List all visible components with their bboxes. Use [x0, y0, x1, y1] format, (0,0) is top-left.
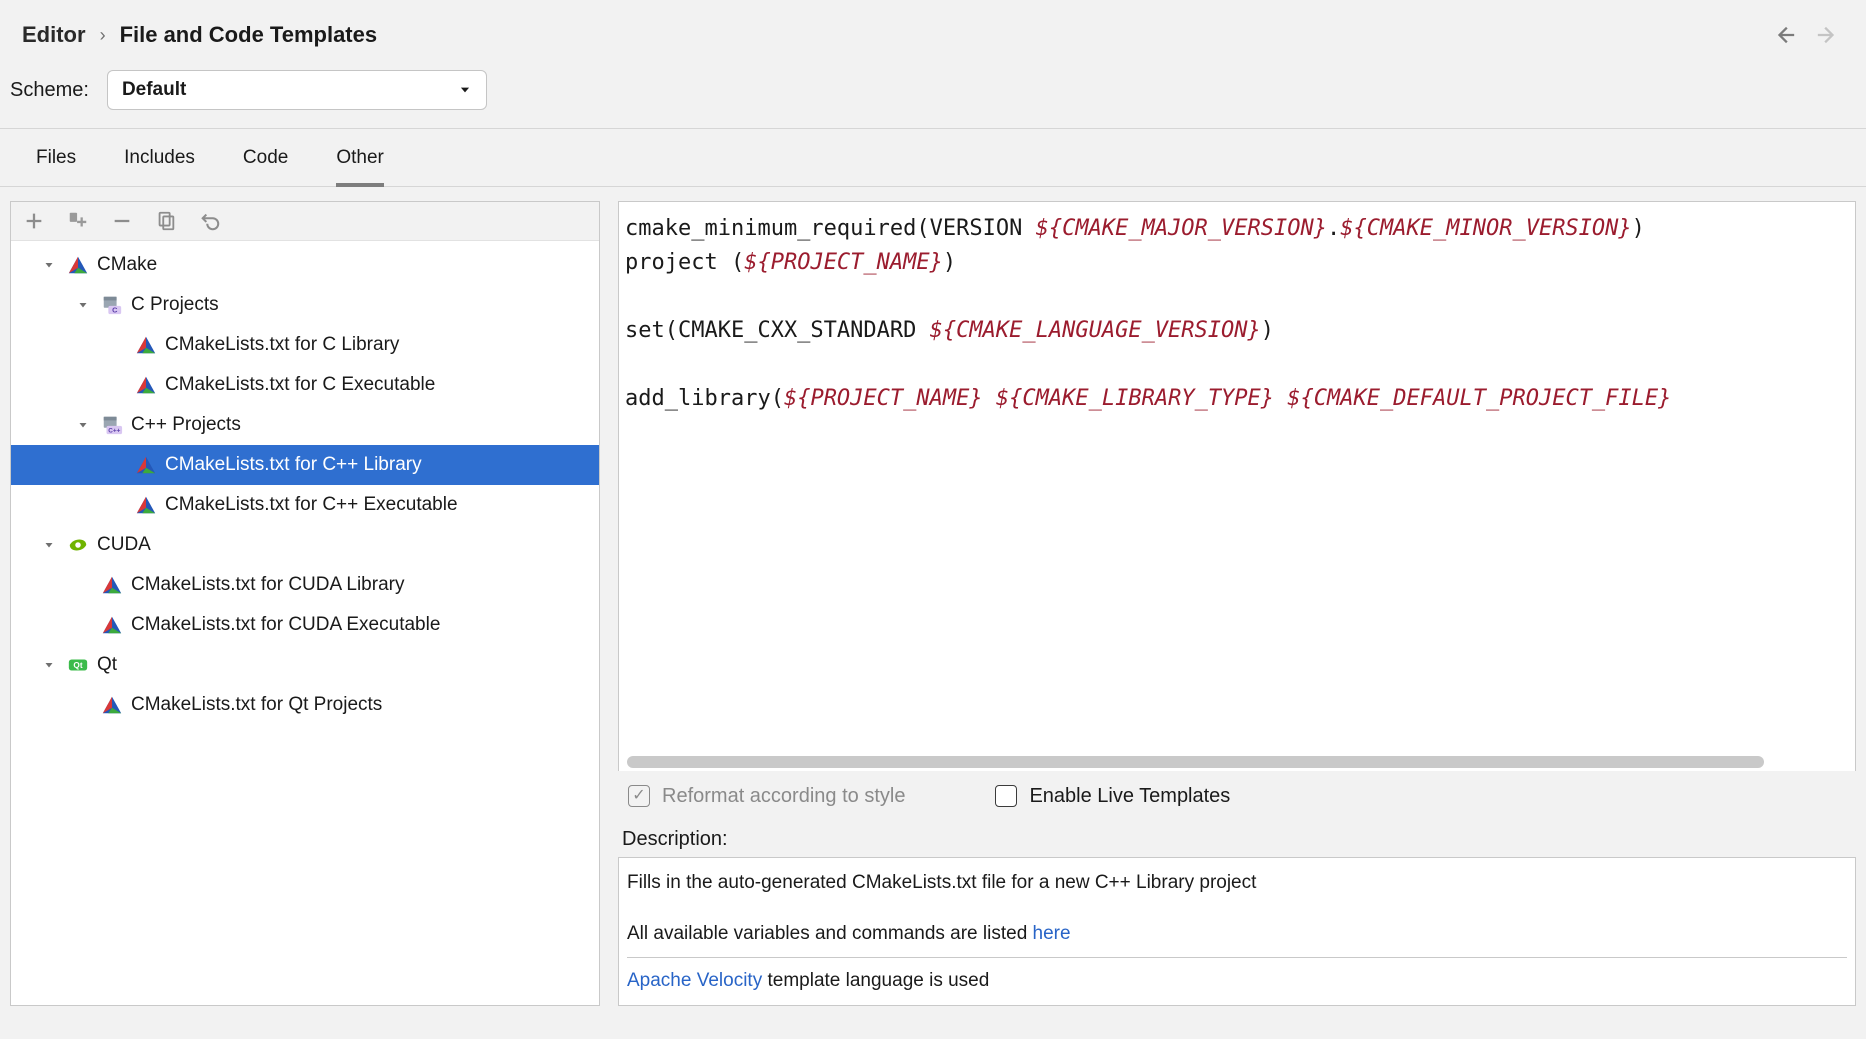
- template-code-editor[interactable]: cmake_minimum_required(VERSION ${CMAKE_M…: [618, 201, 1856, 753]
- folder-cpp-icon: C++: [101, 414, 123, 436]
- tree-item-label: C++ Projects: [131, 414, 241, 436]
- template-list-panel: CMake C C Projects CMakeLists.txt for C Lib…: [10, 201, 600, 1006]
- cmake-icon: [101, 574, 123, 596]
- nav-forward-icon: [1816, 24, 1838, 46]
- copy-template-button[interactable]: [155, 210, 177, 232]
- description-area: Fills in the auto-generated CMakeLists.t…: [618, 857, 1856, 1006]
- tabs: Files Includes Code Other: [0, 129, 1866, 187]
- variables-help-link[interactable]: here: [1033, 923, 1071, 944]
- page-title: File and Code Templates: [120, 22, 378, 48]
- description-text: Fills in the auto-generated CMakeLists.t…: [627, 868, 1847, 897]
- tree-item-label: CMakeLists.txt for C Executable: [165, 374, 435, 396]
- velocity-link[interactable]: Apache Velocity: [627, 970, 762, 991]
- cmake-icon: [135, 454, 157, 476]
- tree-item-label: CMakeLists.txt for C++ Library: [165, 454, 422, 476]
- tree-item-cppproj[interactable]: C++ C++ Projects: [11, 405, 599, 445]
- add-template-button[interactable]: [23, 210, 45, 232]
- tree-item-qt-proj[interactable]: CMakeLists.txt for Qt Projects: [11, 685, 599, 725]
- chevron-down-icon[interactable]: [39, 539, 59, 551]
- reformat-checkbox: Reformat according to style: [628, 785, 905, 808]
- scheme-value: Default: [122, 79, 186, 101]
- cmake-icon: [135, 334, 157, 356]
- cmake-icon: [135, 494, 157, 516]
- nav-back-icon[interactable]: [1774, 24, 1796, 46]
- tab-files[interactable]: Files: [36, 147, 76, 186]
- remove-template-button[interactable]: [111, 210, 133, 232]
- qt-icon: Qt: [67, 654, 89, 676]
- tree-item-cmake[interactable]: CMake: [11, 245, 599, 285]
- live-templates-checkbox[interactable]: Enable Live Templates: [995, 785, 1230, 808]
- tree-item-label: CMake: [97, 254, 157, 276]
- template-tree[interactable]: CMake C C Projects CMakeLists.txt for C Lib…: [11, 241, 599, 1005]
- tree-item-label: C Projects: [131, 294, 219, 316]
- tree-item-cpp-exe[interactable]: CMakeLists.txt for C++ Executable: [11, 485, 599, 525]
- tree-item-cproj[interactable]: C C Projects: [11, 285, 599, 325]
- scheme-label: Scheme:: [10, 79, 89, 102]
- checkbox-icon: [995, 785, 1017, 807]
- add-child-template-button[interactable]: [67, 210, 89, 232]
- tab-other[interactable]: Other: [336, 147, 384, 187]
- tree-item-label: CMakeLists.txt for CUDA Library: [131, 574, 404, 596]
- editor-hscrollbar[interactable]: [618, 753, 1856, 771]
- cmake-icon: [67, 254, 89, 276]
- tree-item-label: CMakeLists.txt for CUDA Executable: [131, 614, 440, 636]
- cmake-icon: [101, 694, 123, 716]
- svg-text:C++: C++: [108, 427, 120, 434]
- tree-item-cuda-lib[interactable]: CMakeLists.txt for CUDA Library: [11, 565, 599, 605]
- checkbox-icon: [628, 785, 650, 807]
- tree-item-label: Qt: [97, 654, 117, 676]
- tree-item-cuda-exe[interactable]: CMakeLists.txt for CUDA Executable: [11, 605, 599, 645]
- scheme-select[interactable]: Default: [107, 70, 487, 110]
- reformat-label: Reformat according to style: [662, 785, 905, 808]
- chevron-down-icon[interactable]: [39, 659, 59, 671]
- cmake-icon: [135, 374, 157, 396]
- tree-item-c-lib[interactable]: CMakeLists.txt for C Library: [11, 325, 599, 365]
- tree-item-cpp-lib[interactable]: CMakeLists.txt for C++ Library: [11, 445, 599, 485]
- breadcrumb-separator-icon: ›: [100, 25, 106, 46]
- tree-item-qt[interactable]: Qt Qt: [11, 645, 599, 685]
- revert-template-button[interactable]: [199, 210, 221, 232]
- description-label: Description:: [618, 822, 1856, 857]
- svg-text:Qt: Qt: [73, 661, 82, 670]
- tree-item-label: CMakeLists.txt for C++ Executable: [165, 494, 458, 516]
- tree-item-label: CMakeLists.txt for Qt Projects: [131, 694, 382, 716]
- tree-item-c-exe[interactable]: CMakeLists.txt for C Executable: [11, 365, 599, 405]
- tree-item-label: CUDA: [97, 534, 151, 556]
- tab-includes[interactable]: Includes: [124, 147, 195, 186]
- tree-item-label: CMakeLists.txt for C Library: [165, 334, 399, 356]
- chevron-down-icon: [458, 83, 472, 97]
- chevron-down-icon[interactable]: [39, 259, 59, 271]
- chevron-down-icon[interactable]: [73, 419, 93, 431]
- cmake-icon: [101, 614, 123, 636]
- live-templates-label: Enable Live Templates: [1029, 785, 1230, 808]
- cuda-icon: [67, 534, 89, 556]
- breadcrumb-root[interactable]: Editor: [22, 22, 86, 48]
- template-toolbar: [11, 202, 599, 241]
- tree-item-cuda[interactable]: CUDA: [11, 525, 599, 565]
- breadcrumb: Editor › File and Code Templates: [22, 22, 377, 48]
- svg-text:C: C: [112, 305, 118, 314]
- description-variables-line: All available variables and commands are…: [627, 919, 1847, 957]
- template-editor-panel: cmake_minimum_required(VERSION ${CMAKE_M…: [618, 201, 1856, 1006]
- tab-code[interactable]: Code: [243, 147, 288, 186]
- chevron-down-icon[interactable]: [73, 299, 93, 311]
- description-velocity-line: Apache Velocity template language is use…: [627, 958, 1847, 995]
- folder-c-icon: C: [101, 294, 123, 316]
